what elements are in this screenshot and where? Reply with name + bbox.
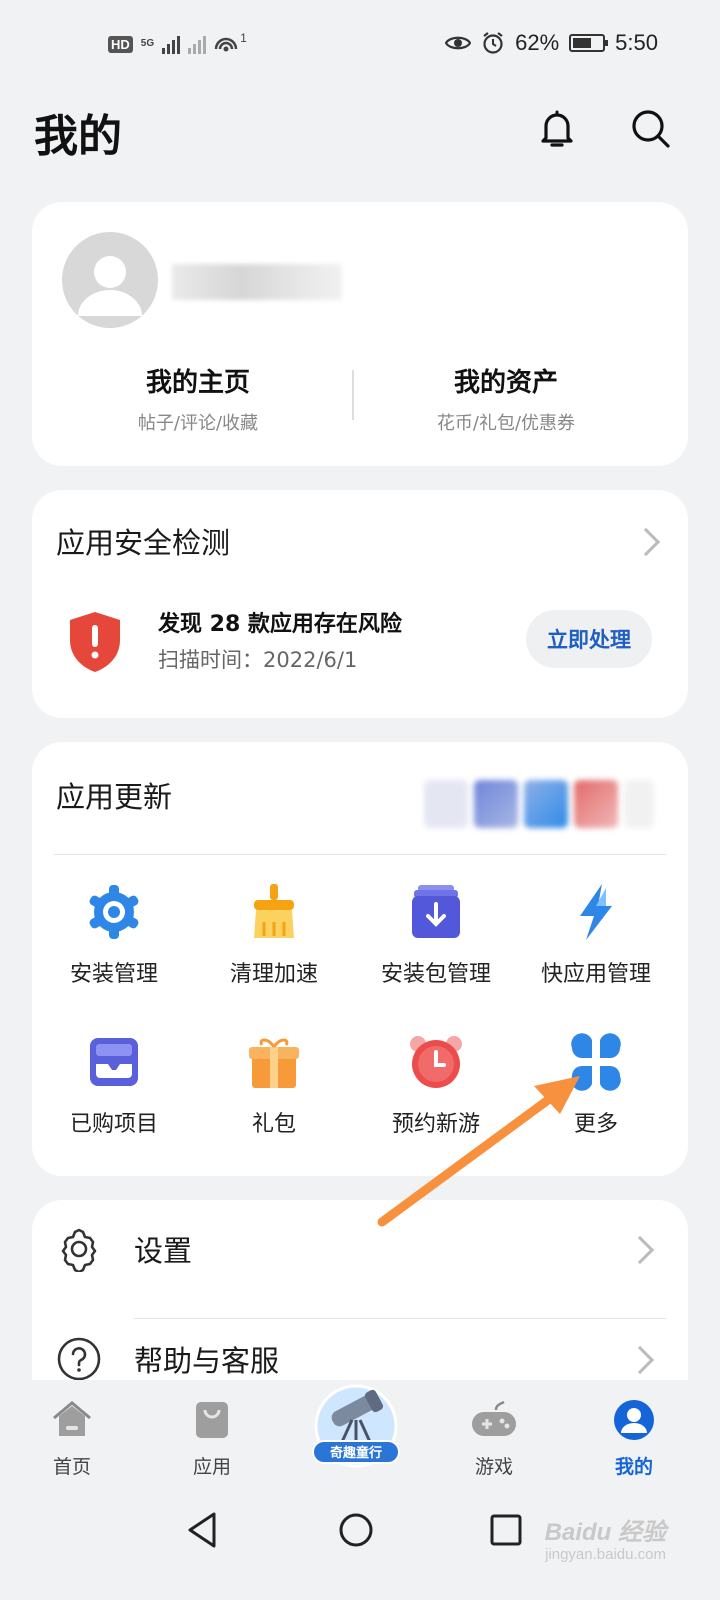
username-blurred — [172, 264, 342, 300]
gift-pack[interactable]: 礼包 — [192, 1032, 356, 1138]
bell-icon[interactable] — [532, 104, 582, 154]
help-label: 帮助与客服 — [134, 1344, 280, 1378]
install-management[interactable]: 安装管理 — [32, 882, 196, 988]
lightning-icon — [580, 884, 612, 940]
profile-divider — [352, 370, 354, 420]
gift-icon — [249, 1038, 299, 1088]
reserve-new-games[interactable]: 预约新游 — [354, 1032, 518, 1138]
chevron-right-icon — [625, 1345, 655, 1375]
item-label: 已购项目 — [69, 1112, 158, 1137]
status-bar: HD 5G 1 62% 5:50 — [0, 0, 720, 90]
page-title: 我的 — [34, 111, 122, 162]
avatar[interactable] — [62, 232, 158, 328]
default-user-icon — [78, 256, 142, 316]
battery-fill — [573, 38, 591, 48]
home-icon — [53, 1401, 91, 1436]
nav-label: 应用 — [192, 1456, 231, 1478]
nav-label: 我的 — [614, 1456, 653, 1478]
nav-label: 游戏 — [474, 1456, 513, 1478]
network-type: 5G — [140, 38, 155, 49]
item-label: 礼包 — [251, 1112, 296, 1137]
back-triangle-icon[interactable] — [184, 1510, 220, 1550]
settings-gear-icon — [61, 1228, 97, 1272]
eye-icon — [445, 36, 472, 50]
item-label: 安装包管理 — [380, 962, 491, 987]
assets-title: 我的资产 — [453, 368, 558, 398]
signal-2-icon — [188, 34, 207, 54]
nav-label: 首页 — [52, 1456, 91, 1478]
promo-banner[interactable]: 奇趣童行 — [308, 1380, 404, 1480]
battery-icon — [569, 34, 609, 52]
item-label: 快应用管理 — [540, 962, 651, 987]
nav-games[interactable]: 游戏 — [444, 1398, 544, 1479]
update-app-icons-blurred[interactable] — [424, 780, 654, 828]
app-updates-title[interactable]: 应用更新 — [56, 774, 172, 816]
risk-message: 发现 28 款应用存在风险 — [158, 612, 402, 637]
security-card: 应用安全检测 发现 28 款应用存在风险 扫描时间：2022/6/1 立即处理 — [32, 490, 688, 718]
app-updates-card: 应用更新 安装管理 清理加速 安装包管理 快应用管理 已购项目 礼包 预约新游 … — [32, 742, 688, 1176]
bottom-nav: 首页 应用 奇趣童行 游戏 我的 — [0, 1380, 720, 1490]
clean-accelerate[interactable]: 清理加速 — [192, 882, 356, 988]
purchased-items[interactable]: 已购项目 — [32, 1032, 196, 1138]
item-label: 清理加速 — [229, 962, 318, 987]
package-management[interactable]: 安装包管理 — [354, 882, 518, 988]
shield-warning-icon — [70, 612, 120, 672]
status-left: HD 5G 1 — [108, 31, 247, 55]
alarm-clock-icon — [410, 1036, 462, 1088]
recents-square-icon[interactable] — [488, 1512, 524, 1548]
item-label: 更多 — [573, 1112, 618, 1137]
scan-time: 扫描时间：2022/6/1 — [158, 648, 358, 672]
hotspot-count: 1 — [240, 31, 247, 45]
user-icon — [614, 1400, 654, 1440]
gear-icon — [89, 885, 139, 939]
home-circle-icon[interactable] — [336, 1510, 376, 1550]
alarm-icon — [483, 32, 503, 54]
quick-app-management[interactable]: 快应用管理 — [514, 882, 678, 988]
my-assets-link[interactable]: 我的资产 花币/礼包/优惠券 — [356, 362, 656, 435]
settings-row[interactable]: 设置 — [32, 1200, 688, 1300]
homepage-title: 我的主页 — [145, 368, 250, 398]
homepage-subtitle: 帖子/评论/收藏 — [137, 413, 259, 434]
battery-percent: 62% — [515, 30, 560, 55]
section-divider — [54, 854, 666, 855]
baidu-watermark: Baidu 经验 — [544, 1519, 666, 1546]
baidu-watermark-url: jingyan.baidu.com — [545, 1546, 666, 1563]
status-right: 62% 5:50 — [445, 30, 658, 56]
signal-icon — [162, 34, 181, 54]
item-label: 预约新游 — [391, 1112, 480, 1137]
hotspot-icon — [214, 37, 238, 52]
four-petal-more-icon — [571, 1033, 621, 1091]
profile-card: 我的主页 帖子/评论/收藏 我的资产 花币/礼包/优惠券 — [32, 202, 688, 466]
security-title[interactable]: 应用安全检测 — [56, 520, 230, 562]
broom-icon — [254, 884, 294, 938]
chevron-right-icon — [625, 1235, 655, 1265]
more[interactable]: 更多 — [514, 1032, 678, 1138]
promo-label: 奇趣童行 — [312, 1440, 400, 1464]
item-label: 安装管理 — [69, 962, 158, 987]
bag-icon — [196, 1402, 228, 1438]
nav-apps[interactable]: 应用 — [162, 1398, 262, 1479]
package-download-icon — [412, 885, 460, 938]
handle-now-button[interactable]: 立即处理 — [526, 610, 652, 668]
help-icon — [57, 1337, 101, 1381]
settings-label: 设置 — [134, 1234, 193, 1268]
nav-home[interactable]: 首页 — [22, 1398, 122, 1479]
gamepad-icon — [472, 1400, 516, 1436]
assets-subtitle: 花币/礼包/优惠券 — [436, 413, 576, 434]
search-icon[interactable] — [626, 104, 676, 154]
purchased-tray-icon — [90, 1038, 138, 1086]
hd-voice-badge: HD — [108, 35, 133, 53]
nav-mine[interactable]: 我的 — [584, 1398, 684, 1479]
clock: 5:50 — [615, 30, 658, 55]
my-homepage-link[interactable]: 我的主页 帖子/评论/收藏 — [48, 362, 348, 435]
chevron-right-icon[interactable] — [631, 527, 661, 557]
